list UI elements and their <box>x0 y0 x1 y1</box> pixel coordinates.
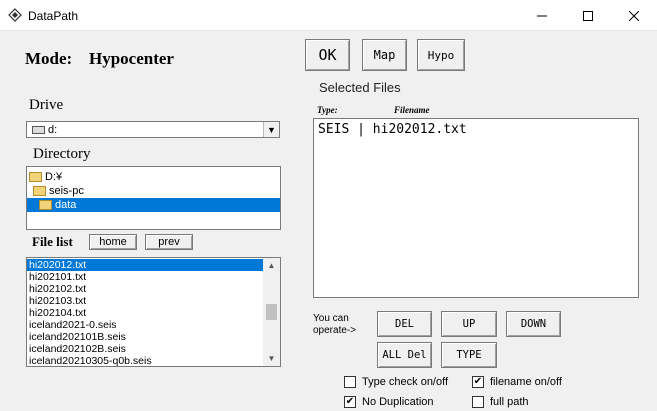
operate-hint-line1: You can <box>313 313 349 324</box>
column-type-header: Type: <box>317 105 338 115</box>
file-list-item[interactable]: iceland202101B.seis <box>27 331 263 343</box>
all-del-button[interactable]: ALL Del <box>377 342 432 368</box>
full-path-checkbox[interactable] <box>472 396 484 408</box>
type-check-checkbox[interactable] <box>344 376 356 388</box>
mode-value: Hypocenter <box>89 49 174 68</box>
file-list-item[interactable]: hi202103.txt <box>27 295 263 307</box>
folder-open-icon <box>29 172 42 182</box>
maximize-button[interactable] <box>565 0 611 31</box>
filename-option[interactable]: ✔ filename on/off <box>472 376 562 388</box>
folder-open-icon <box>33 186 46 196</box>
no-duplication-label: No Duplication <box>362 396 434 408</box>
close-icon <box>629 10 639 21</box>
directory-item-seis-pc[interactable]: seis-pc <box>33 184 153 198</box>
ok-button[interactable]: OK <box>305 39 350 71</box>
file-list[interactable]: hi202012.txt hi202101.txt hi202102.txt h… <box>26 257 281 367</box>
directory-tree[interactable]: D:¥ seis-pc data <box>26 166 281 230</box>
maximize-icon <box>583 10 593 21</box>
directory-item-label: seis-pc <box>49 185 84 197</box>
file-list-item[interactable]: hi202102.txt <box>27 283 263 295</box>
del-button[interactable]: DEL <box>377 311 432 337</box>
drive-label: Drive <box>29 97 64 113</box>
file-list-item[interactable]: iceland2021-0.seis <box>27 319 263 331</box>
close-button[interactable] <box>611 0 657 31</box>
column-filename-header: Filename <box>394 105 430 115</box>
file-list-item[interactable]: iceland20210305-q0b.seis <box>27 355 263 366</box>
up-button[interactable]: UP <box>441 311 497 337</box>
scroll-thumb[interactable] <box>266 304 277 320</box>
type-check-label: Type check on/off <box>362 376 449 388</box>
home-button[interactable]: home <box>89 234 137 250</box>
drive-icon <box>32 126 45 134</box>
directory-label: Directory <box>33 146 91 162</box>
filename-checkbox[interactable]: ✔ <box>472 376 484 388</box>
chevron-down-icon[interactable]: ▼ <box>263 122 279 137</box>
scroll-down-icon[interactable]: ▼ <box>263 352 280 364</box>
type-button[interactable]: TYPE <box>441 342 497 368</box>
filename-label: filename on/off <box>490 376 562 388</box>
directory-item-data[interactable]: data <box>27 198 280 212</box>
full-path-label: full path <box>490 396 529 408</box>
full-path-option[interactable]: full path <box>472 396 529 408</box>
file-list-item[interactable]: hi202012.txt <box>27 259 263 271</box>
folder-open-icon <box>39 200 52 210</box>
hypo-button[interactable]: Hypo <box>417 39 465 71</box>
down-button[interactable]: DOWN <box>506 311 561 337</box>
no-duplication-option[interactable]: ✔ No Duplication <box>344 396 434 408</box>
file-list-item[interactable]: iceland202102B.seis <box>27 343 263 355</box>
type-check-option[interactable]: Type check on/off <box>344 376 448 388</box>
operate-hint-line2: operate-> <box>313 325 357 336</box>
file-list-item[interactable]: hi202104.txt <box>27 307 263 319</box>
directory-item-root[interactable]: D:¥ <box>29 170 149 184</box>
prev-button[interactable]: prev <box>145 234 193 250</box>
operate-hint: You can operate-> <box>313 313 356 337</box>
no-duplication-checkbox[interactable]: ✔ <box>344 396 356 408</box>
directory-item-label: D:¥ <box>45 171 63 183</box>
minimize-icon <box>537 15 547 16</box>
scroll-up-icon[interactable]: ▲ <box>263 259 280 271</box>
drive-select[interactable]: d: ▼ <box>26 121 280 138</box>
file-list-label: File list <box>32 234 73 249</box>
selected-files-list[interactable]: SEIS | hi202012.txt <box>313 118 639 298</box>
minimize-button[interactable] <box>519 0 565 31</box>
file-list-item[interactable]: hi202101.txt <box>27 271 263 283</box>
file-list-scrollbar[interactable]: ▲ ▼ <box>263 258 280 366</box>
window-title: DataPath <box>28 9 79 23</box>
drive-value: d: <box>48 124 58 136</box>
directory-item-label: data <box>55 199 77 211</box>
mode-label: Mode: <box>25 49 73 68</box>
selected-file-item[interactable]: SEIS | hi202012.txt <box>318 122 467 137</box>
app-icon <box>8 8 22 22</box>
title-bar: DataPath <box>0 0 657 31</box>
selected-files-title: Selected Files <box>319 80 401 95</box>
map-button[interactable]: Map <box>362 39 407 71</box>
